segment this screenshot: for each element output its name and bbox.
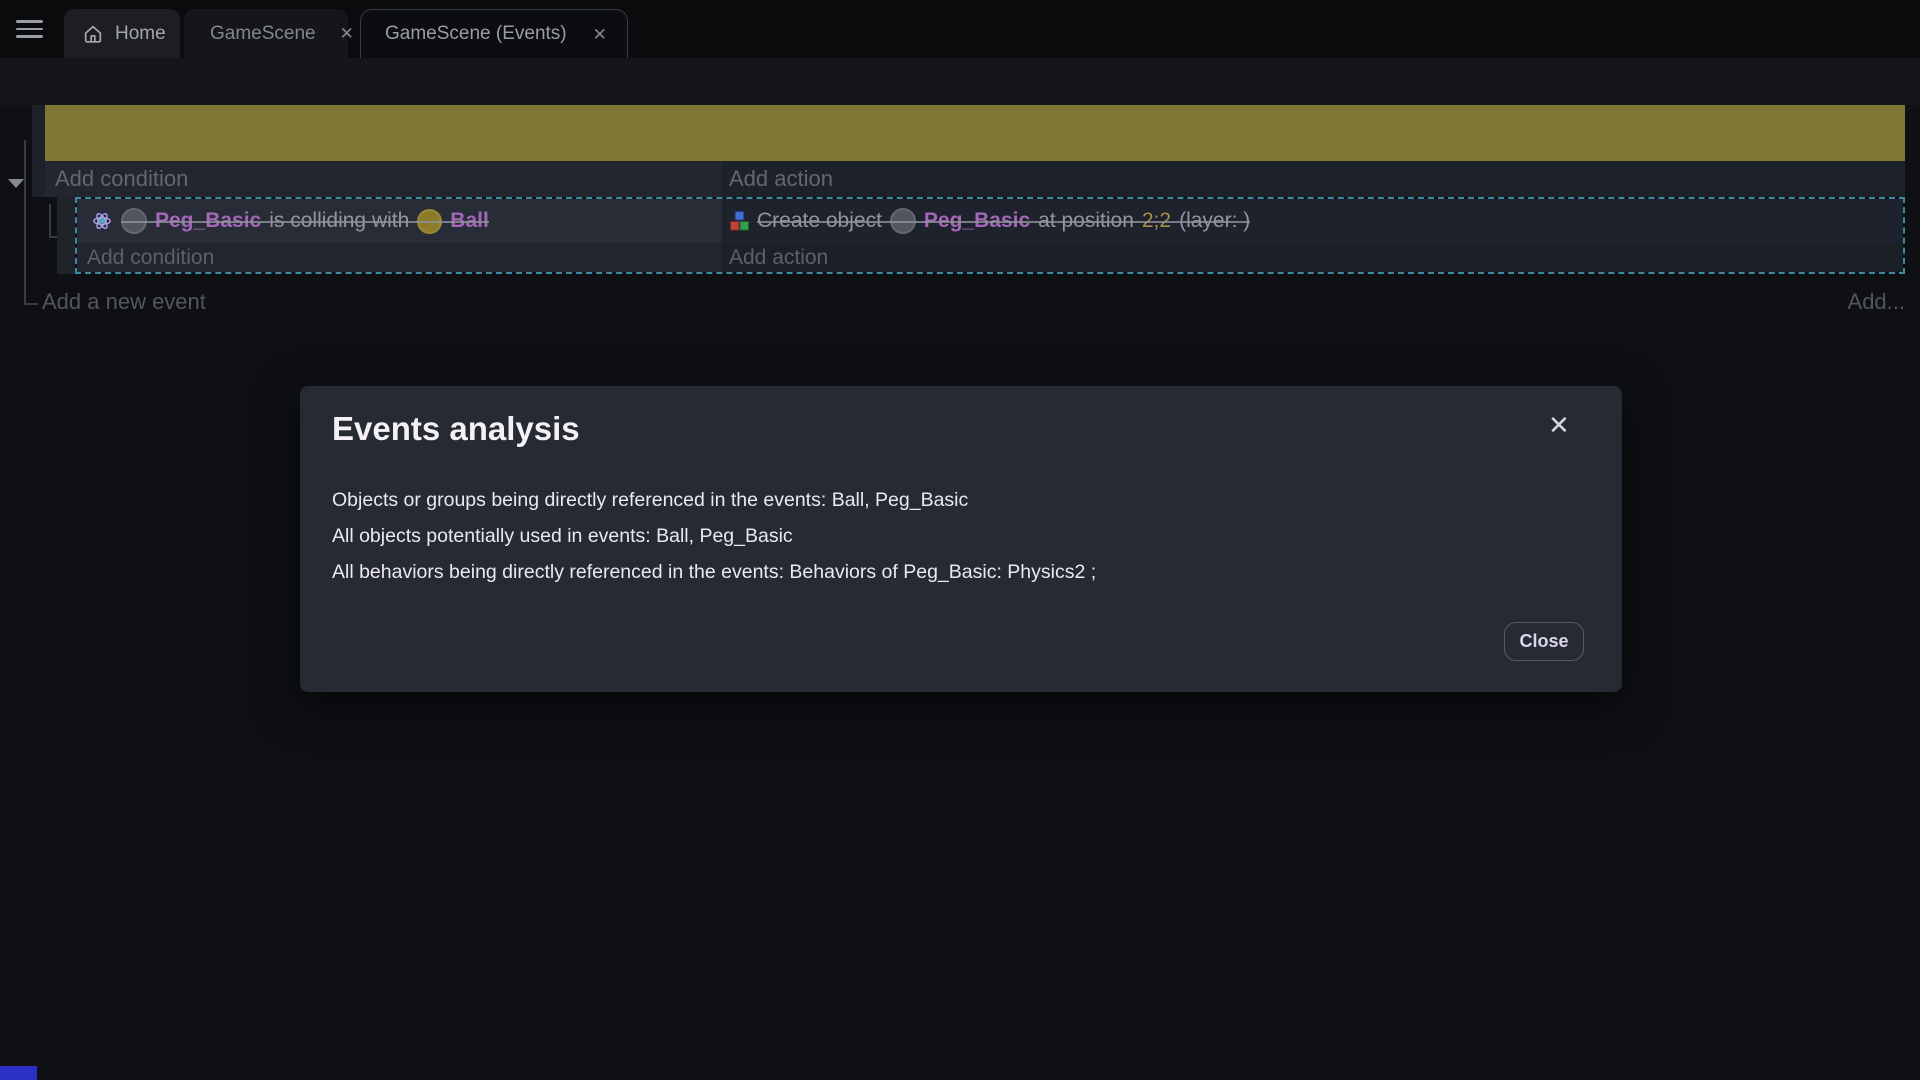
condition-text: Peg_Basic is colliding with Ball xyxy=(121,208,489,234)
physics-behavior-icon xyxy=(91,210,113,232)
tab-gamescene-events[interactable]: GameScene (Events) ✕ xyxy=(360,9,628,58)
subevent-drag-handle[interactable] xyxy=(57,197,75,274)
tree-line xyxy=(24,140,26,305)
close-icon[interactable]: ✕ xyxy=(340,25,354,42)
analysis-line: Objects or groups being directly referen… xyxy=(332,482,1096,518)
action-suffix: (layer: ) xyxy=(1179,209,1250,233)
condition-object2: Ball xyxy=(450,209,489,233)
peg-basic-object-icon xyxy=(121,208,147,234)
tab-home[interactable]: Home xyxy=(64,9,180,58)
tree-line xyxy=(49,204,51,238)
action-text: Create object Peg_Basic at position 2;2 … xyxy=(757,208,1250,234)
analysis-line: All objects potentially used in events: … xyxy=(332,518,1096,554)
add-condition-placeholder[interactable]: Add condition xyxy=(77,243,722,272)
tab-label: Home xyxy=(115,23,166,45)
action-verb: Create object xyxy=(757,209,882,233)
add-action-placeholder[interactable]: Add action xyxy=(722,161,1905,197)
dialog-body: Objects or groups being directly referen… xyxy=(332,482,1096,590)
collapse-arrow-icon[interactable] xyxy=(8,179,24,188)
event-row-footer: Add condition Add action xyxy=(77,243,1903,272)
add-event-button[interactable]: Add... xyxy=(1830,289,1905,315)
tab-label: GameScene (Events) xyxy=(385,23,567,45)
analysis-line: All behaviors being directly referenced … xyxy=(332,554,1096,590)
action-middle: at position xyxy=(1038,209,1134,233)
close-button[interactable]: Close xyxy=(1504,622,1584,661)
create-object-icon xyxy=(728,210,751,233)
event-condition[interactable]: Peg_Basic is colliding with Ball xyxy=(77,199,722,243)
toolbar: Preview Publish xyxy=(0,58,1920,105)
dialog-title: Events analysis xyxy=(332,410,580,448)
action-coords: 2;2 xyxy=(1142,209,1171,233)
home-icon xyxy=(82,23,104,45)
tab-bar: Home GameScene ✕ GameScene (Events) ✕ xyxy=(0,0,1920,58)
tab-gamescene[interactable]: GameScene ✕ xyxy=(184,9,348,58)
close-icon[interactable]: ✕ xyxy=(1548,412,1570,438)
close-icon[interactable]: ✕ xyxy=(593,26,607,43)
add-new-event-link[interactable]: Add a new event xyxy=(42,289,206,315)
menu-icon[interactable] xyxy=(16,20,43,38)
selected-event[interactable]: Peg_Basic is colliding with Ball xyxy=(75,197,1905,274)
event-row: Peg_Basic is colliding with Ball xyxy=(77,199,1903,243)
events-analysis-dialog: Events analysis ✕ Objects or groups bein… xyxy=(300,386,1622,692)
event-action[interactable]: Create object Peg_Basic at position 2;2 … xyxy=(722,199,1903,243)
status-corner-indicator xyxy=(0,1066,37,1080)
tree-line xyxy=(24,303,38,305)
event-drag-handle[interactable] xyxy=(32,105,45,197)
ball-object-icon xyxy=(417,209,442,234)
highlighted-event-bar[interactable] xyxy=(45,105,1905,161)
peg-basic-object-icon xyxy=(890,208,916,234)
condition-object1: Peg_Basic xyxy=(155,209,261,233)
action-object: Peg_Basic xyxy=(924,209,1030,233)
add-condition-placeholder[interactable]: Add condition xyxy=(45,161,722,197)
add-action-placeholder[interactable]: Add action xyxy=(722,243,1903,272)
condition-verb: is colliding with xyxy=(269,209,409,233)
tab-label: GameScene xyxy=(210,23,316,45)
